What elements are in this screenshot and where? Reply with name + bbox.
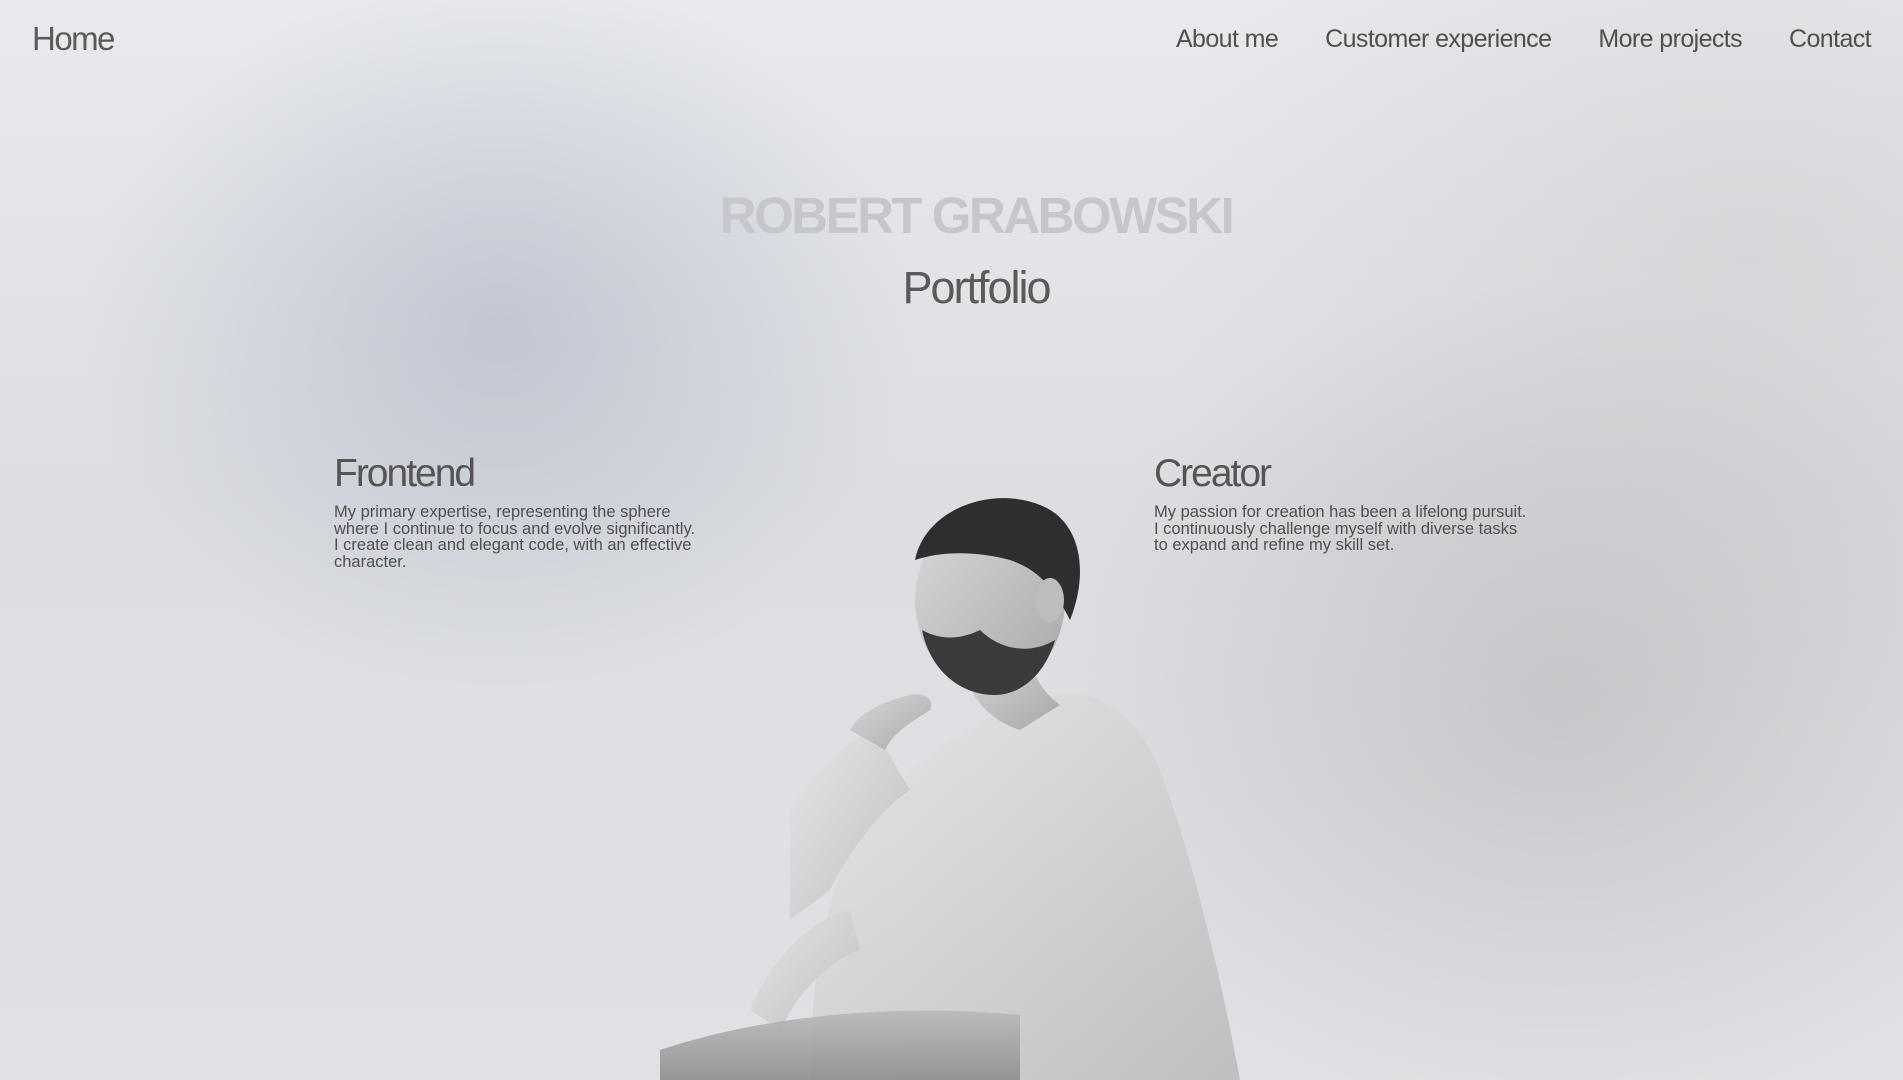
man-portrait-photo: [660, 498, 1240, 1080]
feature-line: where I continue to focus and evolve sig…: [334, 519, 696, 538]
feature-text-frontend: My primary expertise, representing the s…: [334, 504, 754, 570]
feature-creator: Creator My passion for creation has been…: [1154, 452, 1574, 554]
nav-link-customer-experience[interactable]: Customer experience: [1325, 25, 1552, 54]
feature-line: My passion for creation has been a lifel…: [1154, 503, 1527, 521]
feature-line: I create clean and elegant code, with an…: [334, 536, 692, 554]
hero-name: ROBERT GRABOWSKI: [719, 187, 1235, 244]
feature-frontend: Frontend My primary expertise, represent…: [334, 452, 754, 570]
feature-text-creator: My passion for creation has been a lifel…: [1154, 504, 1574, 554]
nav-links: About me Customer experience More projec…: [1176, 25, 1872, 54]
nav-link-about-me[interactable]: About me: [1176, 25, 1279, 54]
feature-line: to expand and refine my skill set.: [1154, 536, 1395, 554]
feature-line: My primary expertise, representing the s…: [334, 503, 671, 521]
nav-link-more-projects[interactable]: More projects: [1598, 25, 1742, 54]
nav-link-contact[interactable]: Contact: [1789, 25, 1872, 54]
feature-title-frontend: Frontend: [334, 452, 476, 495]
feature-title-creator: Creator: [1154, 452, 1272, 495]
nav-home-link[interactable]: Home: [32, 20, 116, 58]
top-navigation: Home About me Customer experience More p…: [0, 0, 1903, 84]
feature-line: I continuously challenge myself with div…: [1154, 519, 1518, 538]
feature-line: character.: [334, 552, 407, 571]
hero-subtitle: Portfolio: [902, 262, 1051, 313]
